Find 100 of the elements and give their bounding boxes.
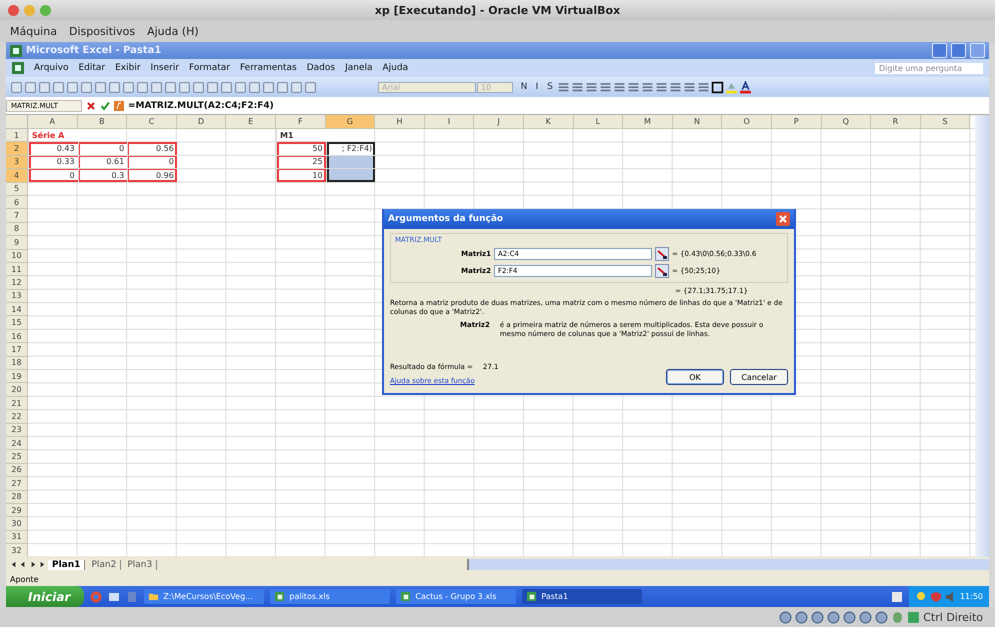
- row-header[interactable]: 8: [6, 222, 28, 236]
- menu-item[interactable]: Ajuda (H): [147, 24, 199, 38]
- browser-icon[interactable]: [90, 590, 102, 602]
- row-header[interactable]: 29: [6, 504, 28, 518]
- column-header[interactable]: Q: [822, 115, 872, 129]
- close-button[interactable]: [970, 43, 985, 58]
- column-header[interactable]: E: [226, 115, 276, 129]
- menu-item[interactable]: Máquina: [10, 24, 57, 38]
- column-header[interactable]: M: [623, 115, 673, 129]
- close-icon[interactable]: [776, 212, 790, 226]
- column-header[interactable]: J: [474, 115, 524, 129]
- row-header[interactable]: 11: [6, 262, 28, 276]
- minimize-button[interactable]: [932, 43, 947, 58]
- menu-item[interactable]: Exibir: [115, 63, 141, 73]
- column-header[interactable]: N: [672, 115, 722, 129]
- menu-item[interactable]: Inserir: [150, 63, 180, 73]
- row-header[interactable]: 19: [6, 370, 28, 384]
- dialog-button[interactable]: OK: [666, 369, 724, 386]
- row-header[interactable]: 24: [6, 436, 28, 450]
- row-header[interactable]: 30: [6, 517, 28, 531]
- row-header[interactable]: 23: [6, 424, 28, 437]
- row-header[interactable]: 15: [6, 316, 28, 330]
- spreadsheet-icon[interactable]: [12, 62, 24, 74]
- sheet-tab[interactable]: Plan3: [123, 560, 158, 570]
- menu-item[interactable]: Dados: [306, 63, 336, 73]
- row-header[interactable]: 1: [6, 129, 28, 142]
- horizontal-scrollbar[interactable]: [467, 559, 989, 570]
- dialog-button[interactable]: Cancelar: [730, 369, 788, 386]
- taskbar-button[interactable]: Pasta1: [522, 589, 642, 604]
- taskbar-button[interactable]: Cactus - Grupo 3.xls: [396, 589, 516, 604]
- row-header[interactable]: 4: [6, 169, 28, 183]
- format-toggle[interactable]: N: [518, 82, 530, 92]
- collapse-dialog-icon[interactable]: [655, 264, 669, 278]
- menu-item[interactable]: Editar: [78, 63, 106, 73]
- row-header[interactable]: 22: [6, 410, 28, 424]
- column-header[interactable]: F: [276, 115, 326, 129]
- row-header[interactable]: 26: [6, 464, 28, 478]
- column-header[interactable]: S: [920, 115, 970, 129]
- menu-item[interactable]: Formatar: [189, 63, 230, 73]
- format-toggle[interactable]: I: [531, 82, 543, 92]
- row-header[interactable]: 10: [6, 250, 28, 263]
- menu-item[interactable]: Arquivo: [34, 63, 68, 73]
- vertical-scrollbar[interactable]: [975, 115, 989, 557]
- row-header[interactable]: 9: [6, 236, 28, 250]
- column-header[interactable]: O: [722, 115, 772, 129]
- row-header[interactable]: 14: [6, 303, 28, 316]
- menu-item[interactable]: Janela: [345, 63, 373, 73]
- restore-button[interactable]: [951, 43, 966, 58]
- row-header[interactable]: 27: [6, 477, 28, 491]
- row-header[interactable]: 2: [6, 142, 28, 156]
- row-header[interactable]: 12: [6, 276, 28, 290]
- collapse-dialog-icon[interactable]: [655, 247, 669, 261]
- select-all-button[interactable]: [6, 115, 28, 129]
- row-header[interactable]: 20: [6, 383, 28, 397]
- column-header[interactable]: L: [574, 115, 624, 129]
- row-header[interactable]: 31: [6, 530, 28, 544]
- row-header[interactable]: 7: [6, 209, 28, 223]
- sheet-tab[interactable]: Plan2: [87, 560, 122, 570]
- close-button[interactable]: [8, 4, 19, 16]
- formula-field[interactable]: =MATRIZ.MULT(A2:C4;F2:F4): [128, 100, 274, 110]
- sheet-navigation-icon[interactable]: [10, 560, 46, 569]
- menu-item[interactable]: Dispositivos: [68, 24, 136, 38]
- fill-color-icon[interactable]: [725, 80, 738, 94]
- row-header[interactable]: 13: [6, 290, 28, 304]
- sheet-tab[interactable]: Plan1: [48, 560, 86, 570]
- row-header[interactable]: 6: [6, 196, 28, 210]
- format-toggle[interactable]: S: [544, 82, 556, 92]
- cancel-icon[interactable]: [86, 100, 96, 110]
- table-cell: 10: [276, 169, 326, 183]
- checkmark-icon[interactable]: [100, 100, 110, 110]
- row-header[interactable]: 32: [6, 544, 28, 558]
- borders-icon[interactable]: [711, 80, 724, 94]
- row-header[interactable]: 21: [6, 396, 28, 410]
- column-header[interactable]: K: [524, 115, 574, 129]
- taskbar-button[interactable]: Z:\MeCursos\EcoVeg...: [144, 589, 264, 604]
- row-header[interactable]: 18: [6, 356, 28, 370]
- column-header[interactable]: P: [772, 115, 822, 129]
- column-header[interactable]: A: [28, 115, 78, 129]
- question-field[interactable]: Digite uma pergunta: [875, 62, 983, 74]
- column-header[interactable]: G: [326, 115, 376, 129]
- font-color-icon[interactable]: [739, 80, 752, 94]
- column-header[interactable]: I: [424, 115, 474, 129]
- row-header[interactable]: 17: [6, 343, 28, 357]
- shield-icon[interactable]: [930, 590, 942, 602]
- menu-item[interactable]: Ajuda: [382, 63, 408, 73]
- row-header[interactable]: 5: [6, 182, 28, 196]
- align-left-icon[interactable]: [557, 80, 570, 94]
- menu-item[interactable]: Ferramentas: [240, 63, 297, 73]
- column-header[interactable]: C: [127, 115, 177, 129]
- zoom-button[interactable]: [40, 4, 51, 16]
- column-header[interactable]: D: [176, 115, 226, 129]
- row-header[interactable]: 28: [6, 490, 28, 504]
- column-header[interactable]: B: [78, 115, 128, 129]
- row-header[interactable]: 3: [6, 156, 28, 170]
- column-header[interactable]: H: [375, 115, 425, 129]
- row-header[interactable]: 25: [6, 450, 28, 464]
- column-header[interactable]: R: [871, 115, 921, 129]
- taskbar-button[interactable]: palitos.xls: [270, 589, 390, 604]
- row-header[interactable]: 16: [6, 330, 28, 344]
- insert-function-icon[interactable]: [114, 100, 124, 110]
